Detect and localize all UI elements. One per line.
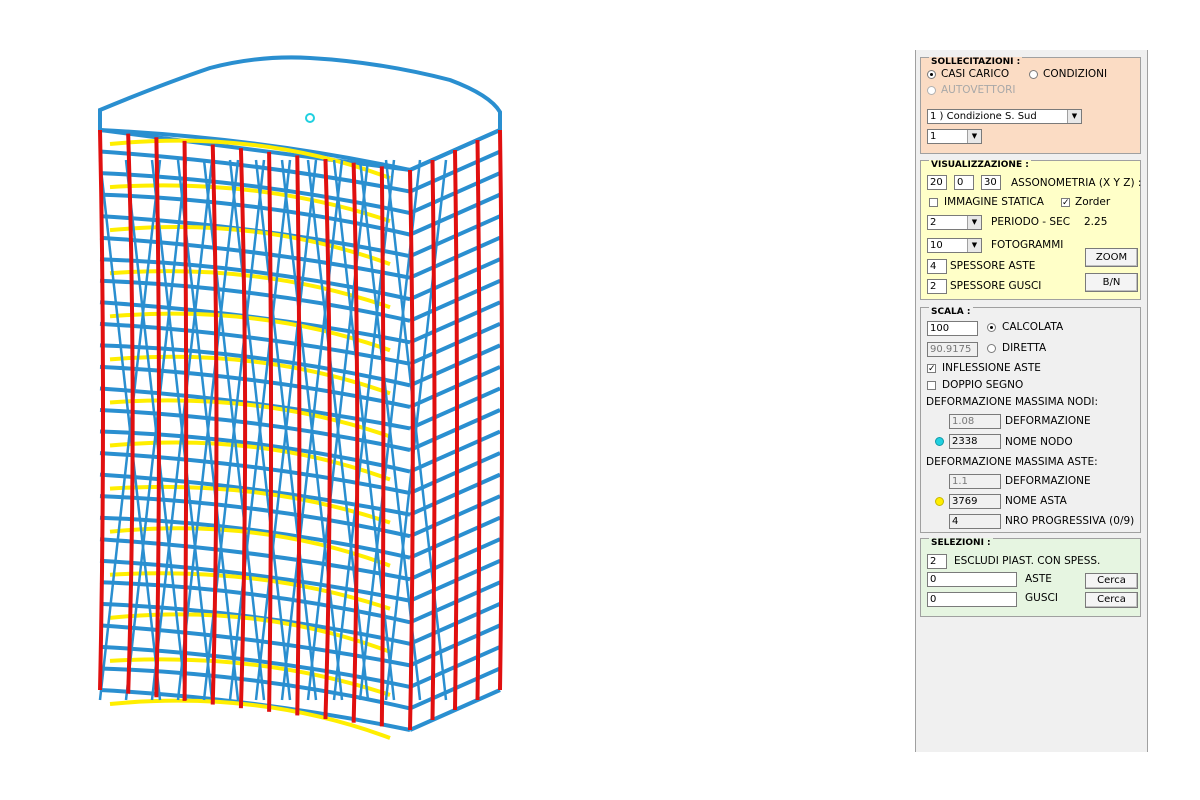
axo-y-input[interactable]: 0 <box>954 175 974 190</box>
control-panel: SOLLECITAZIONI : CASI CARICO CONDIZIONI … <box>915 50 1148 752</box>
nodi-def-label: DEFORMAZIONE <box>1005 415 1091 427</box>
periodo-dropdown[interactable]: 2 ▼ <box>927 215 982 230</box>
floor-beam-front <box>99 688 411 732</box>
gusci-input[interactable]: 0 <box>927 592 1017 607</box>
axo-z-input[interactable]: 30 <box>981 175 1001 190</box>
asta-name-value: 3769 <box>949 494 1001 509</box>
condizioni-label: CONDIZIONI <box>1043 68 1108 80</box>
spessore-gusci-input[interactable]: 2 <box>927 279 947 294</box>
nro-label: NRO PROGRESSIVA (0/9) <box>1005 515 1135 527</box>
casi-carico-radio[interactable] <box>927 70 936 79</box>
aste-def-value: 1.1 <box>949 474 1001 489</box>
column-front <box>210 144 219 705</box>
column-side <box>498 129 504 691</box>
aste-def-label: DEFORMAZIONE <box>1005 475 1091 487</box>
bn-button[interactable]: B/N <box>1085 273 1138 292</box>
aste-label: ASTE <box>1025 573 1052 585</box>
column-side <box>475 139 482 701</box>
asta-name-label: NOME ASTA <box>1005 495 1067 507</box>
nro-value: 4 <box>949 514 1001 529</box>
asta-marker-icon <box>935 497 944 506</box>
calcolata-label: CALCOLATA <box>1002 321 1064 333</box>
immagine-statica-label: IMMAGINE STATICA <box>944 196 1044 208</box>
cerca-gusci-button[interactable]: Cerca <box>1085 592 1138 608</box>
max-node-marker-icon <box>305 113 315 123</box>
inflessione-label: INFLESSIONE ASTE <box>942 362 1041 374</box>
column-front <box>295 155 302 716</box>
escludi-input[interactable]: 2 <box>927 554 947 569</box>
calcolata-radio[interactable] <box>987 323 996 332</box>
selezioni-title: SELEZIONI : <box>929 538 993 548</box>
column-front <box>351 162 360 723</box>
inflessione-checkbox[interactable]: ✓ <box>927 364 936 374</box>
nodo-name-label: NOME NODO <box>1005 436 1073 448</box>
axo-label: ASSONOMETRIA (X Y Z) : <box>1011 177 1142 189</box>
doppio-segno-label: DOPPIO SEGNO <box>942 379 1024 391</box>
sub-dropdown[interactable]: 1 ▼ <box>927 129 982 144</box>
column-front <box>379 166 386 727</box>
zoom-button[interactable]: ZOOM <box>1085 248 1138 267</box>
sollecitazioni-group: SOLLECITAZIONI : CASI CARICO CONDIZIONI … <box>920 57 1141 154</box>
calcolata-input[interactable]: 100 <box>927 321 978 336</box>
condition-dropdown-value: 1 ) Condizione S. Sud <box>930 111 1037 122</box>
visualizzazione-title: VISUALIZZAZIONE : <box>929 160 1031 170</box>
zorder-checkbox[interactable]: ✓ <box>1061 198 1070 208</box>
zorder-label: Zorder <box>1075 196 1111 208</box>
sollecitazioni-title: SOLLECITAZIONI : <box>929 57 1023 67</box>
diretta-input[interactable]: 90.9175 <box>927 342 978 357</box>
column-side <box>453 149 459 711</box>
node-marker-icon <box>935 437 944 446</box>
deformed-slab-line <box>109 526 391 568</box>
chevron-down-icon[interactable]: ▼ <box>967 216 981 229</box>
nodi-def-value: 1.08 <box>949 414 1001 429</box>
condition-dropdown[interactable]: 1 ) Condizione S. Sud ▼ <box>927 109 1082 124</box>
sub-dropdown-value: 1 <box>930 131 937 142</box>
column-front <box>182 140 189 701</box>
diretta-label: DIRETTA <box>1002 342 1047 354</box>
column-side <box>430 159 437 721</box>
spessore-aste-label: SPESSORE ASTE <box>950 260 1036 272</box>
column-front <box>238 148 248 709</box>
fotogrammi-dropdown-value: 10 <box>930 240 943 251</box>
diretta-radio[interactable] <box>987 344 996 353</box>
fotogrammi-dropdown[interactable]: 10 ▼ <box>927 238 982 253</box>
scala-group: SCALA : 100 CALCOLATA 90.9175 DIRETTA ✓ … <box>920 307 1141 533</box>
selezioni-group: SELEZIONI : 2 ESCLUDI PIAST. CON SPESS. … <box>920 538 1141 617</box>
deformed-slab-line <box>109 183 391 223</box>
spessore-aste-input[interactable]: 4 <box>927 259 947 274</box>
spessore-gusci-label: SPESSORE GUSCI <box>950 280 1042 292</box>
column-front <box>323 159 332 720</box>
cerca-aste-button[interactable]: Cerca <box>1085 573 1138 589</box>
condizioni-radio[interactable] <box>1029 70 1038 79</box>
column-front <box>267 151 274 712</box>
def-max-aste-label: DEFORMAZIONE MASSIMA ASTE: <box>926 456 1098 468</box>
fotogrammi-label: FOTOGRAMMI <box>991 239 1064 251</box>
axo-x-input[interactable]: 20 <box>927 175 947 190</box>
periodo-value: 2.25 <box>1084 216 1108 228</box>
chevron-down-icon[interactable]: ▼ <box>1067 110 1081 123</box>
chevron-down-icon[interactable]: ▼ <box>967 239 981 252</box>
gusci-label: GUSCI <box>1025 592 1058 604</box>
chevron-down-icon[interactable]: ▼ <box>967 130 981 143</box>
nodo-name-value: 2338 <box>949 434 1001 449</box>
periodo-label: PERIODO - SEC <box>991 216 1071 228</box>
aste-input[interactable]: 0 <box>927 572 1017 587</box>
immagine-statica-checkbox[interactable] <box>929 198 938 207</box>
visualizzazione-group: VISUALIZZAZIONE : 20 0 30 ASSONOMETRIA (… <box>920 160 1141 300</box>
periodo-dropdown-value: 2 <box>930 217 937 228</box>
autovettori-radio <box>927 86 936 95</box>
doppio-segno-checkbox[interactable] <box>927 381 936 390</box>
scala-title: SCALA : <box>929 307 973 317</box>
escludi-label: ESCLUDI PIAST. CON SPESS. <box>954 555 1101 567</box>
casi-carico-label: CASI CARICO <box>941 68 1010 80</box>
structure-3d-view[interactable] <box>60 40 560 780</box>
def-max-nodi-label: DEFORMAZIONE MASSIMA NODI: <box>926 396 1099 408</box>
autovettori-label: AUTOVETTORI <box>941 84 1016 96</box>
